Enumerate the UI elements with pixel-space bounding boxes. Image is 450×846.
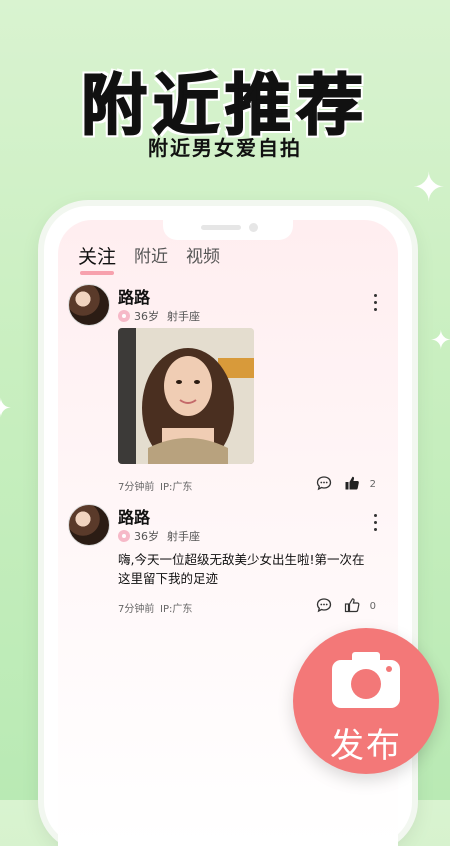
feed-tabs: 关注 附近 视频: [78, 242, 220, 275]
user-age: 36岁: [134, 530, 159, 543]
sparkle-icon: ✦: [430, 326, 450, 356]
more-options-icon[interactable]: [374, 514, 378, 535]
thumbs-up-icon[interactable]: [344, 475, 360, 491]
publish-label: 发布: [330, 726, 402, 766]
comment-icon[interactable]: [316, 597, 332, 613]
user-age: 36岁: [134, 310, 159, 323]
user-zodiac: 射手座: [167, 310, 200, 323]
post-text: 嗨,今天一位超级无敌美少女出生啦!第一次在这里留下我的足迹: [118, 552, 365, 586]
more-options-icon[interactable]: [374, 294, 378, 315]
sparkle-icon: ✦: [0, 394, 12, 424]
feed-post: 路路 36岁 射手座 7分钟前 IP:广东 2: [68, 284, 388, 504]
publish-button[interactable]: 发布: [293, 628, 439, 774]
user-name[interactable]: 路路: [118, 504, 150, 528]
feed-post: 路路 36岁 射手座 嗨,今天一位超级无敌美少女出生啦!第一次在这里留下我的足迹…: [68, 504, 388, 615]
female-icon: [118, 530, 130, 542]
thumbs-up-icon[interactable]: [344, 597, 360, 613]
post-ip: IP:广东: [160, 604, 193, 615]
user-meta: 36岁 射手座: [118, 308, 200, 324]
tab-video[interactable]: 视频: [186, 242, 220, 275]
camera-icon: [332, 652, 400, 708]
user-meta: 36岁 射手座: [118, 528, 200, 544]
like-count: 0: [369, 601, 376, 612]
comment-icon[interactable]: [316, 475, 332, 491]
user-name[interactable]: 路路: [118, 284, 150, 308]
tab-following[interactable]: 关注: [78, 242, 116, 275]
post-ip: IP:广东: [160, 482, 193, 493]
post-photo[interactable]: [118, 328, 254, 464]
user-zodiac: 射手座: [167, 530, 200, 543]
post-time: 7分钟前: [118, 604, 155, 615]
avatar[interactable]: [68, 284, 110, 326]
female-icon: [118, 310, 130, 322]
like-count: 2: [369, 479, 376, 490]
tab-nearby[interactable]: 附近: [134, 242, 168, 275]
sparkle-icon: ✦: [412, 165, 446, 211]
phone-notch: [163, 220, 293, 240]
promo-subline: 附近男女爱自拍: [148, 136, 302, 160]
post-time: 7分钟前: [118, 482, 155, 493]
front-camera: [249, 223, 258, 232]
speaker-grille: [201, 225, 241, 230]
avatar[interactable]: [68, 504, 110, 546]
